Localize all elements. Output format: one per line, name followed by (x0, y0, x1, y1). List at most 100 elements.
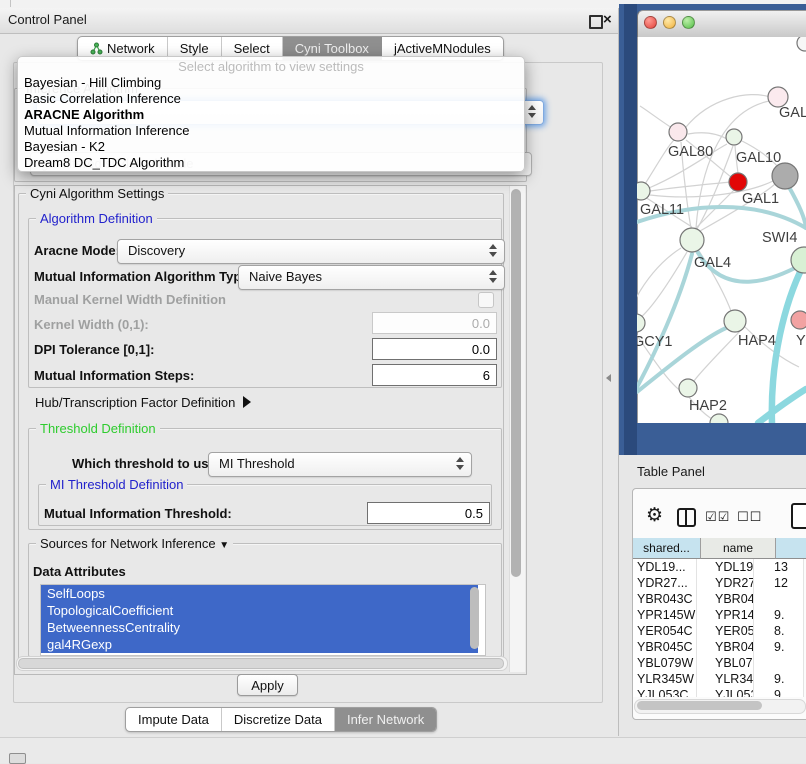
network-node-gal80[interactable] (669, 123, 687, 141)
mi-type-combo[interactable]: Naive Bayes (238, 265, 505, 290)
algorithm-option[interactable]: ARACNE Algorithm (18, 107, 524, 123)
status-strip (0, 737, 806, 763)
aracne-mode-combo[interactable]: Discovery (117, 239, 505, 264)
tab-impute-data[interactable]: Impute Data (126, 708, 222, 731)
mi-threshold-field[interactable] (367, 502, 490, 524)
table-function-icon[interactable] (791, 503, 806, 529)
table-cell: YBR043C (697, 591, 754, 607)
tab-infer-network[interactable]: Infer Network (335, 708, 436, 731)
table-cell: 9. (754, 607, 804, 623)
threshold-definition-title: Threshold Definition (36, 421, 160, 436)
manual-kernel-checkbox[interactable] (478, 292, 494, 308)
attribute-list-item[interactable]: TopologicalCoefficient (41, 602, 478, 619)
expand-right-icon (243, 396, 251, 408)
select-all-columns-icon[interactable]: ☑☑ (705, 509, 730, 525)
window-zoom-button[interactable] (682, 16, 695, 29)
network-node-y[interactable] (791, 311, 806, 329)
window-close-button[interactable] (644, 16, 657, 29)
table-row[interactable]: YPR145WYPR145W9. (633, 607, 806, 623)
stepper-arrows-icon (489, 266, 498, 289)
table-cell: YPR145W (633, 607, 697, 623)
algorithm-dropdown-prompt: Select algorithm to view settings (18, 58, 524, 75)
hub-definition-expander[interactable]: Hub/Transcription Factor Definition (35, 395, 251, 411)
attribute-list-item[interactable]: SelfLoops (41, 585, 478, 602)
settings-vertical-scrollbar-thumb[interactable] (511, 189, 521, 577)
close-icon[interactable]: × (603, 11, 612, 28)
network-node-hap4[interactable] (724, 310, 746, 332)
kernel-width-field[interactable] (372, 312, 497, 334)
which-threshold-combo[interactable]: MI Threshold (208, 452, 472, 477)
panel-resize-handle[interactable] (606, 374, 611, 382)
sources-title[interactable]: Sources for Network Inference ▼ (36, 536, 233, 553)
network-node[interactable] (797, 37, 806, 51)
control-panel-title: Control Panel (8, 12, 87, 27)
table-cell: YDR27... (633, 575, 697, 591)
tab-discretize-data[interactable]: Discretize Data (222, 708, 335, 731)
deselect-all-columns-icon[interactable]: ☐☐ (737, 509, 762, 525)
network-node-gal11[interactable] (637, 182, 650, 200)
network-node-gal7[interactable] (768, 87, 788, 107)
table-row[interactable]: YJL053CYJL053C9 (633, 687, 806, 697)
table-cell: YER054C (697, 623, 754, 639)
stepper-arrows-icon (528, 101, 537, 124)
network-graph[interactable]: GAL7GAL80GAL10GAL1GAL11SWI4GAL4GCY1HAP4Y… (637, 37, 806, 423)
attributes-list-scrollbar[interactable] (470, 587, 479, 649)
network-tab-icon (90, 42, 103, 55)
settings-horizontal-scrollbar-thumb[interactable] (18, 658, 504, 669)
column-header[interactable]: A (776, 538, 806, 559)
network-node[interactable] (772, 163, 798, 189)
collapse-down-icon: ▼ (219, 540, 229, 551)
network-node-gal10[interactable] (726, 129, 742, 145)
table-row[interactable]: YBR043CYBR043C (633, 591, 806, 607)
network-node-gal1[interactable] (729, 173, 747, 191)
table-row[interactable]: YDL19...YDL19...13 (633, 559, 806, 575)
network-node-label: GAL80 (668, 144, 713, 160)
table-cell (754, 655, 804, 671)
table-cell: YLR345W (633, 671, 697, 687)
table-row[interactable]: YBL079WYBL079W (633, 655, 806, 671)
column-header[interactable]: shared... (633, 538, 701, 559)
minimized-panel-icon[interactable] (9, 753, 26, 764)
window-minimize-button[interactable] (663, 16, 676, 29)
float-panel-icon[interactable] (589, 15, 603, 29)
cyni-algorithm-settings-title: Cyni Algorithm Settings (26, 186, 168, 201)
network-node-hap2[interactable] (679, 379, 697, 397)
aracne-mode-label: Aracne Mode: (34, 243, 120, 259)
stepper-arrows-icon (456, 453, 465, 476)
control-panel-titlebar (0, 8, 618, 34)
network-node-gal4[interactable] (680, 228, 704, 252)
cyni-bottom-tabbar: Impute Data Discretize DataInfer Network (125, 707, 437, 732)
table-row[interactable]: YBR045CYBR045C9. (633, 639, 806, 655)
table-settings-gear-icon[interactable]: ⚙ (646, 504, 663, 527)
algorithm-definition-title: Algorithm Definition (36, 211, 157, 226)
algorithm-option[interactable]: Dream8 DC_TDC Algorithm (18, 155, 524, 171)
table-row[interactable]: YER054CYER054C8. (633, 623, 806, 639)
table-cell (754, 591, 804, 607)
table-horizontal-scrollbar-thumb[interactable] (637, 701, 762, 710)
table-cell: YBR043C (633, 591, 697, 607)
tab-label: Impute Data (138, 708, 209, 731)
network-node[interactable] (710, 414, 728, 423)
apply-button[interactable]: Apply (237, 674, 298, 696)
table-row[interactable]: YDR27...YDR27...12 (633, 575, 806, 591)
table-cell: YDL19... (697, 559, 754, 575)
column-header[interactable]: name (701, 538, 776, 559)
attribute-list-item[interactable]: gal4RGexp (41, 636, 478, 653)
table-row[interactable]: YLR345WYLR345W9. (633, 671, 806, 687)
mi-steps-field[interactable] (372, 364, 497, 386)
top-strip-divider (10, 0, 11, 7)
network-node-gcy1[interactable] (637, 314, 645, 332)
algorithm-option[interactable]: Bayesian - Hill Climbing (18, 75, 524, 91)
dpi-tolerance-field[interactable] (372, 338, 497, 360)
algorithm-option[interactable]: Mutual Information Inference (18, 123, 524, 139)
algorithm-option[interactable]: Basic Correlation Inference (18, 91, 524, 107)
table-cell: YBR045C (633, 639, 697, 655)
show-columns-icon[interactable] (677, 508, 696, 527)
algorithm-option[interactable]: Bayesian - K2 (18, 139, 524, 155)
table-cell: YBR045C (697, 639, 754, 655)
network-node-label: Y (796, 333, 806, 349)
attribute-list-item[interactable]: BetweennessCentrality (41, 619, 478, 636)
network-node-label: GAL10 (736, 150, 781, 166)
network-node-label: GAL7 (779, 105, 806, 121)
mi-threshold-title: MI Threshold Definition (46, 477, 187, 492)
